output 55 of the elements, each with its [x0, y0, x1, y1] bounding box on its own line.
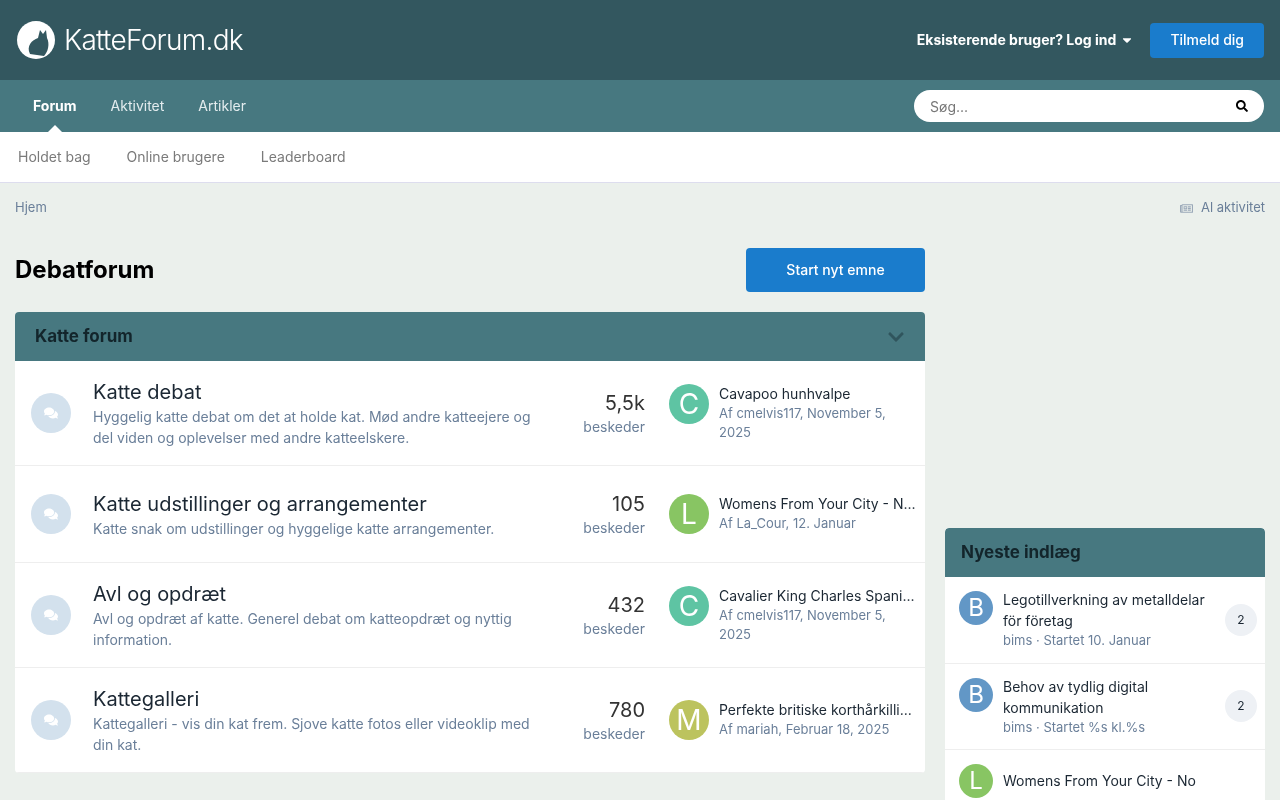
newspaper-icon [1179, 201, 1193, 215]
post-count-label: beskeder [582, 518, 645, 538]
forum-title-link[interactable]: Katte debat [93, 378, 543, 406]
category-title: Katte forum [35, 324, 133, 348]
breadcrumb-link[interactable]: Hjem [15, 198, 47, 218]
topic-title-link[interactable]: Behov av tydlig digital kommunikation [1003, 675, 1215, 718]
post-count-label: beskeder [582, 417, 645, 437]
forum-title-link[interactable]: Katte udstillinger og arrangementer [93, 489, 543, 518]
last-post-title[interactable]: Perfekte britiske korthårkilli... [719, 700, 912, 720]
forum-description: Katte snak om udstillinger og hyggelige katte arrangementer. [93, 518, 496, 539]
sub-nav-link[interactable]: Online brugere [126, 147, 225, 167]
forum-title-link[interactable]: Avl og opdræt [93, 580, 543, 608]
forum-description: Kattegalleri - vis din kat frem. Sjove katte fotos eller videoklip med din kat. [93, 714, 531, 755]
sidebar-title: Nyeste indlæg [961, 540, 1081, 564]
login-link[interactable]: Eksisterende bruger? Log ind [916, 30, 1135, 50]
last-post-title[interactable]: Cavalier King Charles Spani... [719, 586, 913, 606]
forum-status-icon [31, 393, 71, 433]
topic-title-link[interactable]: Legotillverkning av metalldelar för företag [1003, 589, 1215, 631]
topic-meta: bims · Startet %s kl.%s [1003, 717, 1147, 737]
search-icon[interactable] [1236, 100, 1248, 112]
forum-status-icon [31, 700, 71, 740]
last-post-meta: Af La_Cour, 12. Januar [719, 514, 857, 533]
nav-tab[interactable]: Aktivitet [93, 80, 182, 132]
post-count-label: beskeder [582, 619, 645, 639]
last-post-title[interactable]: Womens From Your City - N... [719, 494, 913, 514]
reply-count: 2 [1225, 603, 1257, 636]
user-avatar[interactable]: B [959, 677, 993, 712]
forum-title-link[interactable]: Kattegalleri [93, 685, 543, 713]
nav-tab[interactable]: Artikler [181, 80, 263, 132]
signup-button[interactable]: Tilmeld dig [1150, 22, 1264, 58]
sub-nav-link[interactable]: Holdet bag [18, 147, 91, 167]
forum-description: Hyggelig katte debat om det at holde kat. Mød andre katteejere og del viden og oplevelser med andre katteelskere. [93, 407, 532, 448]
reply-count: 2 [1225, 690, 1257, 723]
topic-meta: bims · Startet 10. Januar [1003, 631, 1152, 650]
post-count: 780 [607, 697, 645, 724]
all-activity-link[interactable]: Al aktivitet [1179, 198, 1265, 218]
site-logo-text[interactable]: KatteForum.dk [64, 19, 243, 61]
post-count: 5,5k [603, 390, 645, 417]
forum-description: Avl og opdræt af katte. Generel debat om katteopdræt og nyttig information. [93, 609, 513, 650]
last-post-meta: Af cmelvis117, November 5, 2025 [719, 404, 887, 442]
forum-status-icon [31, 595, 71, 635]
post-count-label: beskeder [582, 724, 645, 744]
post-count: 432 [606, 592, 645, 619]
forum-status-icon [31, 494, 71, 534]
sub-nav-link[interactable]: Leaderboard [260, 147, 346, 167]
post-count: 105 [611, 491, 645, 518]
search-field[interactable]: Søg... [914, 90, 1264, 122]
last-post-meta: Af mariah, Februar 18, 2025 [719, 720, 891, 739]
page-title: Debatforum [15, 254, 155, 286]
last-post-title[interactable]: Cavapoo hunhvalpe [719, 384, 913, 404]
user-avatar[interactable]: B [959, 591, 993, 625]
cat-logo-icon [16, 20, 56, 60]
last-post-meta: Af cmelvis117, November 5, 2025 [719, 606, 887, 644]
topic-title-link[interactable]: Womens From Your City - No [1003, 769, 1257, 791]
start-topic-button[interactable]: Start nyt emne [746, 248, 925, 292]
